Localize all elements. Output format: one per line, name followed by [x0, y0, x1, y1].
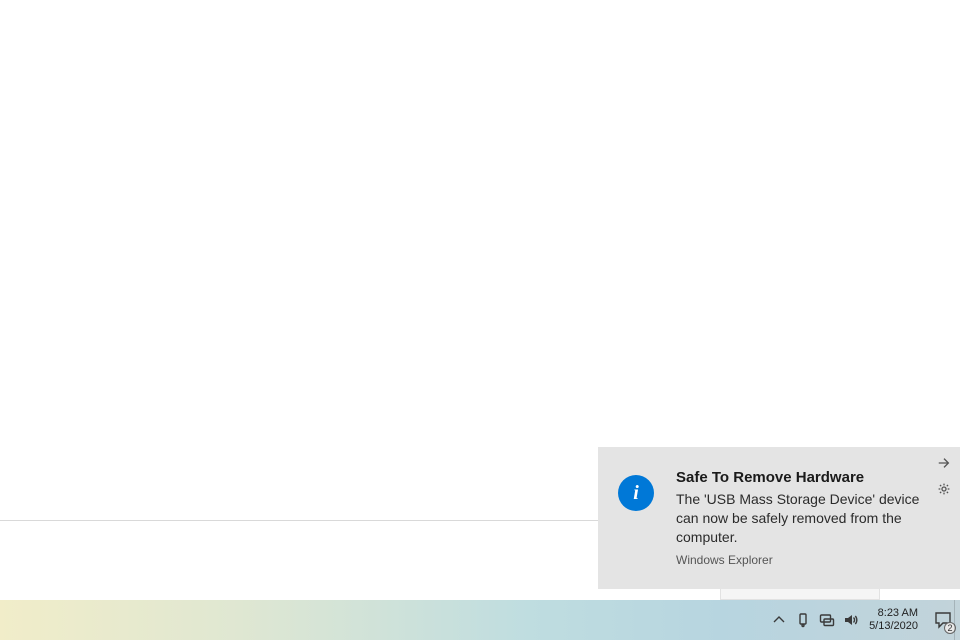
- clock-time: 8:23 AM: [878, 607, 918, 620]
- show-desktop-button[interactable]: [954, 600, 960, 640]
- taskbar-clock[interactable]: 8:23 AM 5/13/2020: [863, 607, 926, 633]
- dismiss-icon[interactable]: [934, 453, 954, 473]
- system-tray: 8:23 AM 5/13/2020 2: [767, 600, 960, 640]
- notification-title: Safe To Remove Hardware: [676, 469, 928, 486]
- info-icon: i: [618, 475, 654, 511]
- notification-toast[interactable]: i Safe To Remove Hardware The 'USB Mass …: [598, 447, 960, 589]
- notification-body: Safe To Remove Hardware The 'USB Mass St…: [676, 469, 928, 573]
- info-icon-glyph: i: [633, 483, 639, 503]
- usb-eject-icon[interactable]: [791, 600, 815, 640]
- settings-icon[interactable]: [934, 479, 954, 499]
- notification-message: The 'USB Mass Storage Device' device can…: [676, 490, 928, 547]
- taskbar: 8:23 AM 5/13/2020 2: [0, 600, 960, 640]
- tray-overflow-chevron-icon[interactable]: [767, 600, 791, 640]
- network-icon[interactable]: [815, 600, 839, 640]
- clock-date: 5/13/2020: [869, 620, 918, 633]
- volume-icon[interactable]: [839, 600, 863, 640]
- notification-source: Windows Explorer: [676, 553, 928, 567]
